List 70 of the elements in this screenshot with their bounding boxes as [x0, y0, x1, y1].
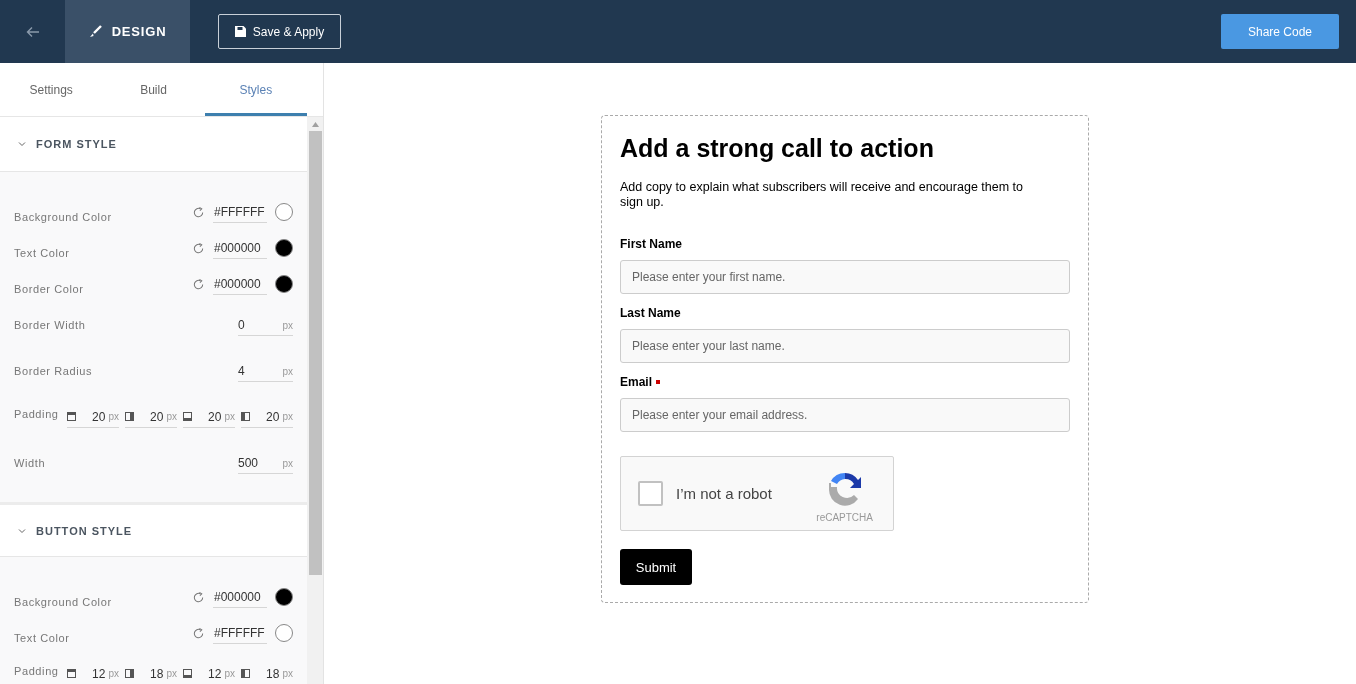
field-label: Width [14, 457, 46, 469]
number-input[interactable]: 4 px [238, 360, 293, 382]
field-label: Border Color [14, 283, 84, 295]
color-swatch[interactable] [275, 624, 293, 642]
text-input[interactable]: Please enter your last name. [620, 329, 1070, 363]
color-swatch[interactable] [275, 275, 293, 293]
padding-side-icon [67, 412, 76, 421]
padding-input[interactable]: 20 px [125, 406, 177, 428]
field-label: Padding [14, 408, 59, 420]
color-value[interactable]: #FFFFFF [213, 622, 267, 644]
required-mark [656, 380, 660, 384]
padding-input[interactable]: 12 px [67, 663, 119, 684]
padding-input[interactable]: 12 px [183, 663, 235, 684]
number-input[interactable]: 0 px [238, 314, 293, 336]
field-label: Text Color [14, 632, 70, 644]
padding-side-icon [241, 669, 250, 678]
brush-icon [88, 25, 102, 38]
padding-side-icon [67, 669, 76, 678]
save-icon [234, 26, 246, 37]
form-title: Add a strong call to action [620, 134, 935, 163]
captcha-label: I’m not a robot [676, 485, 772, 502]
back-arrow-icon[interactable] [25, 25, 40, 38]
refresh-icon[interactable] [192, 241, 205, 255]
refresh-icon[interactable] [192, 626, 205, 640]
padding-input[interactable]: 20 px [183, 406, 235, 428]
padding-input[interactable]: 20 px [241, 406, 293, 428]
padding-side-icon [183, 412, 192, 421]
section-title: BUTTON STYLE [36, 524, 133, 537]
scrollbar[interactable] [307, 117, 323, 684]
number-input[interactable]: 500 px [238, 452, 293, 474]
field-label: Email [620, 375, 1070, 389]
color-swatch[interactable] [275, 203, 293, 221]
color-swatch[interactable] [275, 239, 293, 257]
recaptcha-brand: reCAPTCHA [816, 512, 873, 523]
field-label: Border Width [14, 319, 86, 331]
submit-button[interactable]: Submit [620, 549, 692, 585]
text-input[interactable]: Please enter your first name. [620, 260, 1070, 294]
form-description: Add copy to explain what subscribers will receive and encourage them to sign up. [620, 180, 1024, 210]
field-label: Border Radius [14, 365, 93, 377]
padding-side-icon [241, 412, 250, 421]
sidebar-tab[interactable]: Settings [0, 63, 103, 116]
scroll-up-icon[interactable] [311, 122, 319, 127]
refresh-icon[interactable] [192, 205, 205, 219]
color-value[interactable]: #FFFFFF [213, 201, 267, 223]
field-label: Text Color [14, 247, 70, 259]
padding-side-icon [183, 669, 192, 678]
section-header[interactable]: FORM STYLE [0, 117, 307, 172]
padding-input[interactable]: 18 px [241, 663, 293, 684]
field-label: Last Name [620, 306, 682, 320]
design-tab[interactable]: DESIGN [65, 0, 190, 63]
captcha-checkbox[interactable] [638, 481, 663, 506]
field-label: Padding [14, 665, 59, 677]
color-value[interactable]: #000000 [213, 273, 267, 295]
text-input[interactable]: Please enter your email address. [620, 398, 1070, 432]
sidebar-tab[interactable]: Build [102, 63, 205, 116]
section-title: FORM STYLE [36, 138, 117, 150]
padding-side-icon [125, 412, 134, 421]
padding-input[interactable]: 18 px [125, 663, 177, 684]
color-value[interactable]: #000000 [213, 237, 267, 259]
padding-side-icon [125, 669, 134, 678]
color-swatch[interactable] [275, 588, 293, 606]
refresh-icon[interactable] [192, 277, 205, 291]
color-value[interactable]: #000000 [213, 586, 267, 608]
field-label: Background Color [14, 211, 112, 223]
save-apply-button[interactable]: Save & Apply [218, 14, 341, 49]
section-header[interactable]: BUTTON STYLE [0, 502, 307, 557]
field-label: First Name [620, 237, 684, 251]
refresh-icon[interactable] [192, 590, 205, 604]
field-label: Background Color [14, 596, 112, 608]
padding-input[interactable]: 20 px [67, 406, 119, 428]
